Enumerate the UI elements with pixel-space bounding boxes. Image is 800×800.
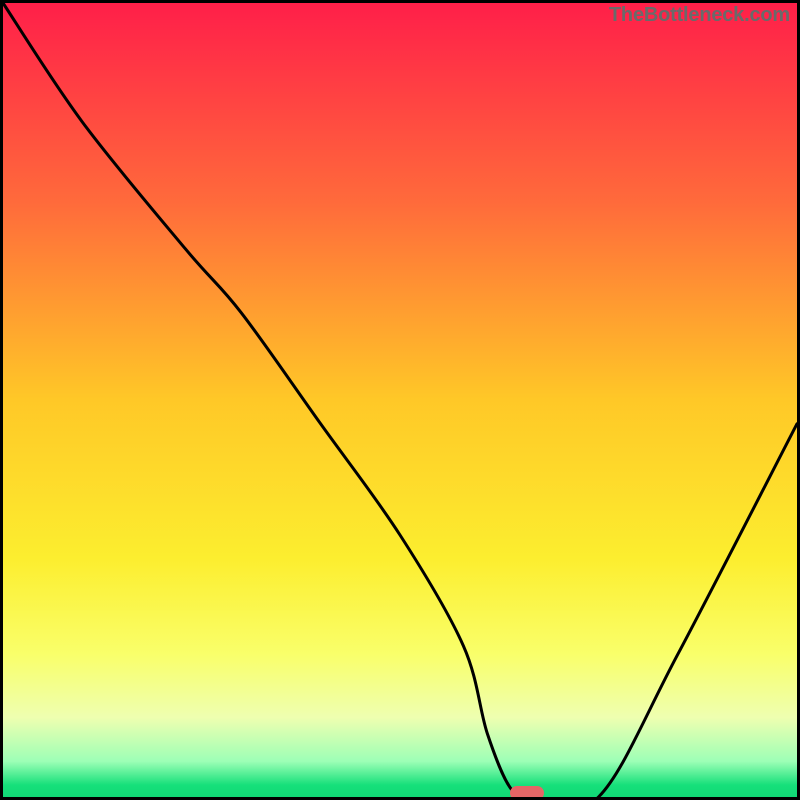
chart-container: TheBottleneck.com	[0, 0, 800, 800]
chart-background	[3, 3, 797, 797]
attribution-label: TheBottleneck.com	[609, 4, 790, 27]
bottleneck-chart	[0, 0, 800, 800]
optimal-marker	[510, 786, 544, 800]
